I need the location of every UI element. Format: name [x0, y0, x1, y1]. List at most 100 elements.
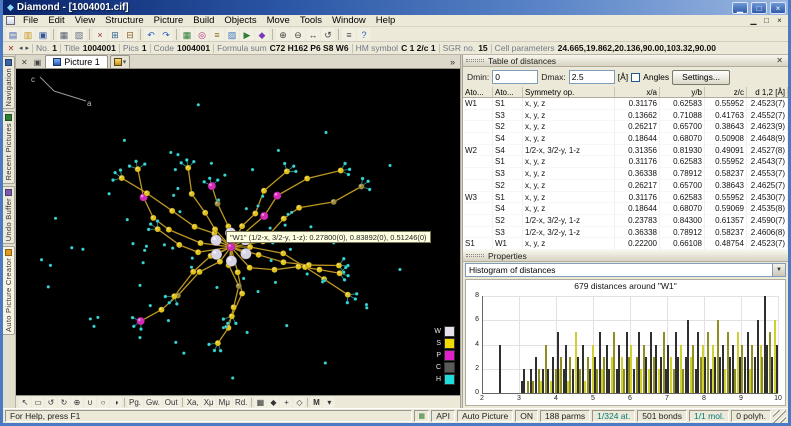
- atom[interactable]: [344, 266, 347, 269]
- atom[interactable]: [142, 261, 145, 264]
- legend-swatch-W[interactable]: [444, 326, 455, 337]
- atom[interactable]: [256, 204, 259, 207]
- play-icon[interactable]: ▶: [240, 28, 254, 41]
- atom[interactable]: [89, 317, 92, 320]
- atom[interactable]: [236, 283, 242, 289]
- atom[interactable]: [226, 255, 237, 266]
- atom[interactable]: [202, 210, 208, 216]
- dmin-input[interactable]: [492, 70, 538, 84]
- atom[interactable]: [176, 242, 182, 248]
- minimize-button[interactable]: ▁: [732, 2, 748, 14]
- shade-mode-icon[interactable]: ◑: [110, 397, 122, 408]
- atom[interactable]: [217, 198, 220, 201]
- atom[interactable]: [150, 215, 156, 221]
- atom[interactable]: [306, 262, 312, 268]
- atom[interactable]: [235, 269, 241, 275]
- atom[interactable]: [197, 103, 200, 106]
- distance-row[interactable]: S31/2-x, 3/2-y, 1-z0.363380.789120.58237…: [463, 227, 788, 239]
- cut-icon[interactable]: ×: [93, 28, 107, 41]
- atom[interactable]: [323, 279, 326, 282]
- tab-overflow-chevron[interactable]: »: [450, 57, 457, 67]
- mdi-close-button[interactable]: ×: [773, 15, 786, 27]
- atom[interactable]: [229, 313, 235, 319]
- rotate-icon[interactable]: ↺: [321, 28, 335, 41]
- distance-row[interactable]: W1S1x, y, z0.311760.625830.559522.4523(7…: [463, 98, 788, 110]
- atom[interactable]: [358, 184, 364, 190]
- distance-row[interactable]: W2S41/2-x, 3/2-y, 1-z0.313560.819300.490…: [463, 145, 788, 157]
- new-picture-tab[interactable]: ▾: [110, 55, 131, 68]
- next-structure-icon[interactable]: ▸: [26, 44, 30, 52]
- atom[interactable]: [138, 336, 141, 339]
- atom-list-icon[interactable]: ◎: [195, 28, 209, 41]
- atom[interactable]: [208, 177, 211, 180]
- atom[interactable]: [219, 349, 222, 352]
- atom[interactable]: [213, 349, 216, 352]
- sidebar-tab-navigation[interactable]: Navigation: [3, 56, 15, 109]
- prev-structure-icon[interactable]: ◂: [19, 44, 23, 52]
- atom[interactable]: [336, 262, 342, 268]
- atom[interactable]: [294, 170, 297, 173]
- bond-list-icon[interactable]: ≡: [210, 28, 224, 41]
- magnet-tool-icon[interactable]: ∪: [84, 397, 96, 408]
- atom[interactable]: [270, 259, 273, 262]
- distance-row[interactable]: S2x, y, z0.262170.657000.386432.4625(7): [463, 180, 788, 192]
- atom[interactable]: [131, 242, 134, 245]
- move-tool-icon[interactable]: ⊕: [71, 397, 83, 408]
- menu-view[interactable]: View: [70, 15, 100, 27]
- atom[interactable]: [366, 180, 369, 183]
- atom[interactable]: [269, 226, 272, 229]
- atom[interactable]: [227, 243, 235, 251]
- save-icon[interactable]: ▣: [36, 28, 50, 41]
- atom[interactable]: [273, 192, 281, 200]
- distance-row[interactable]: S1W1x, y, z0.222000.661080.487542.4523(7…: [463, 238, 788, 250]
- atom[interactable]: [365, 306, 368, 309]
- close-button[interactable]: ×: [770, 2, 786, 14]
- atom[interactable]: [208, 182, 216, 190]
- atom[interactable]: [222, 317, 225, 320]
- atom[interactable]: [190, 266, 193, 269]
- atom[interactable]: [309, 225, 312, 228]
- menu-move[interactable]: Move: [262, 15, 295, 27]
- atom[interactable]: [226, 322, 229, 325]
- menu-structure[interactable]: Structure: [100, 15, 149, 27]
- column-header[interactable]: Symmetry op.: [523, 87, 615, 97]
- atom[interactable]: [149, 222, 152, 225]
- legend-swatch-P[interactable]: [444, 350, 455, 361]
- atom[interactable]: [348, 168, 351, 171]
- print-icon[interactable]: ▦: [57, 28, 71, 41]
- atom[interactable]: [176, 153, 179, 156]
- atom[interactable]: [128, 164, 131, 167]
- menu-objects[interactable]: Objects: [219, 15, 261, 27]
- zoom-in-icon[interactable]: ⊕: [276, 28, 290, 41]
- atom[interactable]: [189, 191, 195, 197]
- diamond-tool-icon[interactable]: ◇: [293, 397, 305, 408]
- atom[interactable]: [197, 269, 203, 275]
- atom[interactable]: [202, 180, 205, 183]
- menu-edit[interactable]: Edit: [43, 15, 69, 27]
- rotate-left-tool-icon[interactable]: ↺: [45, 397, 57, 408]
- atom[interactable]: [167, 301, 170, 304]
- atom[interactable]: [179, 161, 182, 164]
- atom[interactable]: [144, 190, 150, 196]
- atom[interactable]: [49, 264, 52, 267]
- atom[interactable]: [289, 248, 292, 251]
- atom[interactable]: [343, 162, 346, 165]
- atom[interactable]: [398, 268, 401, 271]
- new-picture-icon[interactable]: ▨: [225, 28, 239, 41]
- atom[interactable]: [171, 246, 174, 249]
- print-preview-icon[interactable]: ▧: [72, 28, 86, 41]
- sidebar-tab-recent-pictures[interactable]: Recent Pictures: [3, 111, 15, 183]
- atom[interactable]: [139, 327, 142, 330]
- atom[interactable]: [292, 164, 295, 167]
- video-icon[interactable]: ◆: [255, 28, 269, 41]
- close-distances-icon[interactable]: ✕: [774, 56, 785, 65]
- column-header[interactable]: Ato...: [493, 87, 523, 97]
- atom[interactable]: [197, 240, 203, 246]
- column-header[interactable]: x/a: [615, 87, 660, 97]
- new-document-icon[interactable]: ▤: [6, 28, 20, 41]
- atom[interactable]: [216, 178, 219, 181]
- atom[interactable]: [354, 297, 357, 300]
- legend-swatch-H[interactable]: [444, 374, 455, 385]
- atom[interactable]: [178, 210, 181, 213]
- distance-row[interactable]: S21/2-x, 3/2-y, 1-z0.237830.843000.61357…: [463, 215, 788, 227]
